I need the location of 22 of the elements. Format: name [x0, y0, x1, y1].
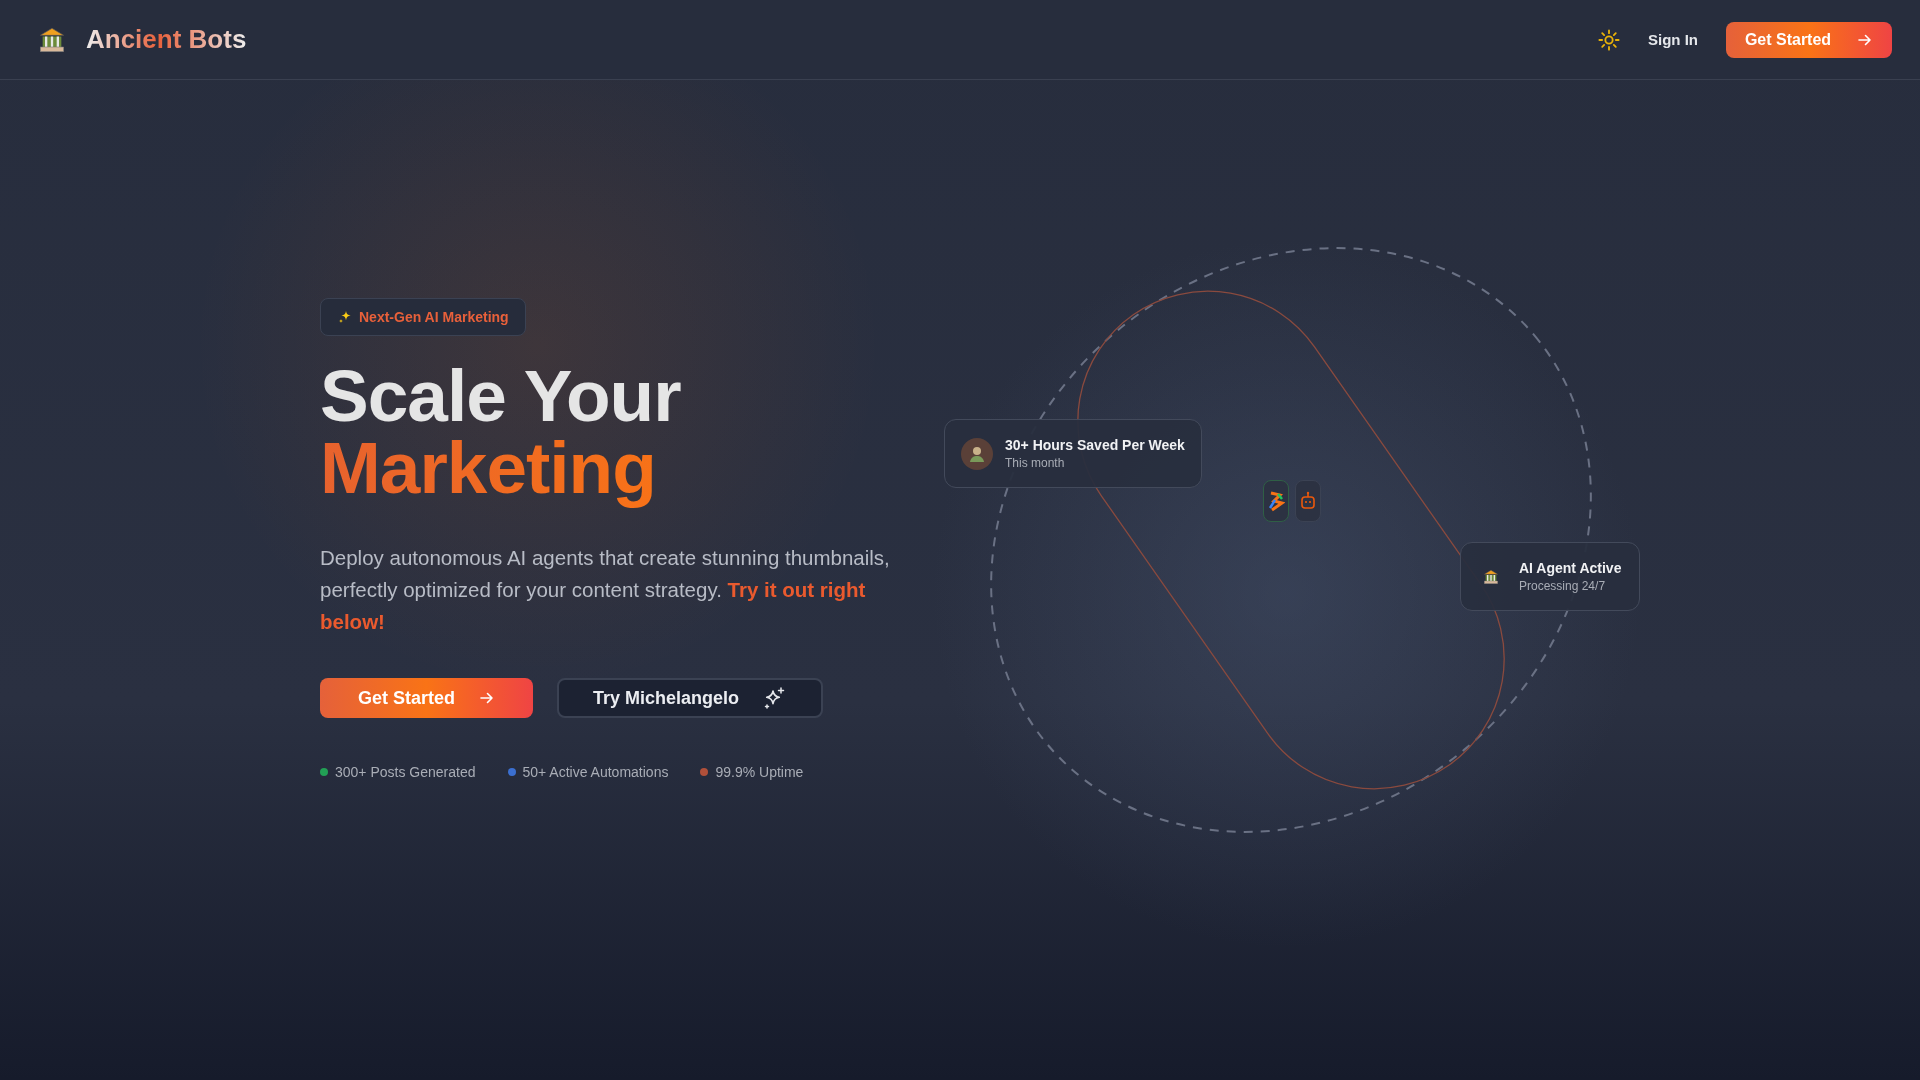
hero-description: Deploy autonomous AI agents that create stunning thumbnails, perfectly optimized for your content strategy. Try it out right below!: [320, 545, 890, 635]
app-tile[interactable]: [1263, 480, 1289, 522]
sparkle-icon: [763, 686, 787, 710]
temple-icon: [1483, 568, 1499, 585]
try-button[interactable]: Try Michelangelo: [557, 678, 823, 718]
stat-label: 99.9% Uptime: [715, 764, 804, 780]
card-subtitle: Processing 24/7: [1519, 579, 1607, 593]
card-subtitle: This month: [1005, 456, 1066, 470]
card-title: AI Agent Active: [1519, 560, 1622, 576]
app-tile[interactable]: [1295, 480, 1321, 522]
colorful-logo-icon: [1267, 490, 1285, 512]
stat-label: 50+ Active Automations: [522, 764, 669, 780]
headline: Scale Your: [320, 360, 681, 432]
stat-label: 300+ Posts Generated: [335, 764, 476, 780]
theme-toggle-icon[interactable]: [1598, 28, 1620, 51]
feature-badge: Next-Gen AI Marketing: [320, 298, 526, 336]
arrow-icon: [479, 690, 495, 706]
avatar-icon: [961, 437, 993, 470]
robot-icon: [1300, 491, 1316, 511]
card-title: 30+ Hours Saved Per Week: [1005, 437, 1185, 453]
temple-icon: [38, 25, 66, 54]
sign-in-link[interactable]: Sign In: [1648, 31, 1698, 48]
